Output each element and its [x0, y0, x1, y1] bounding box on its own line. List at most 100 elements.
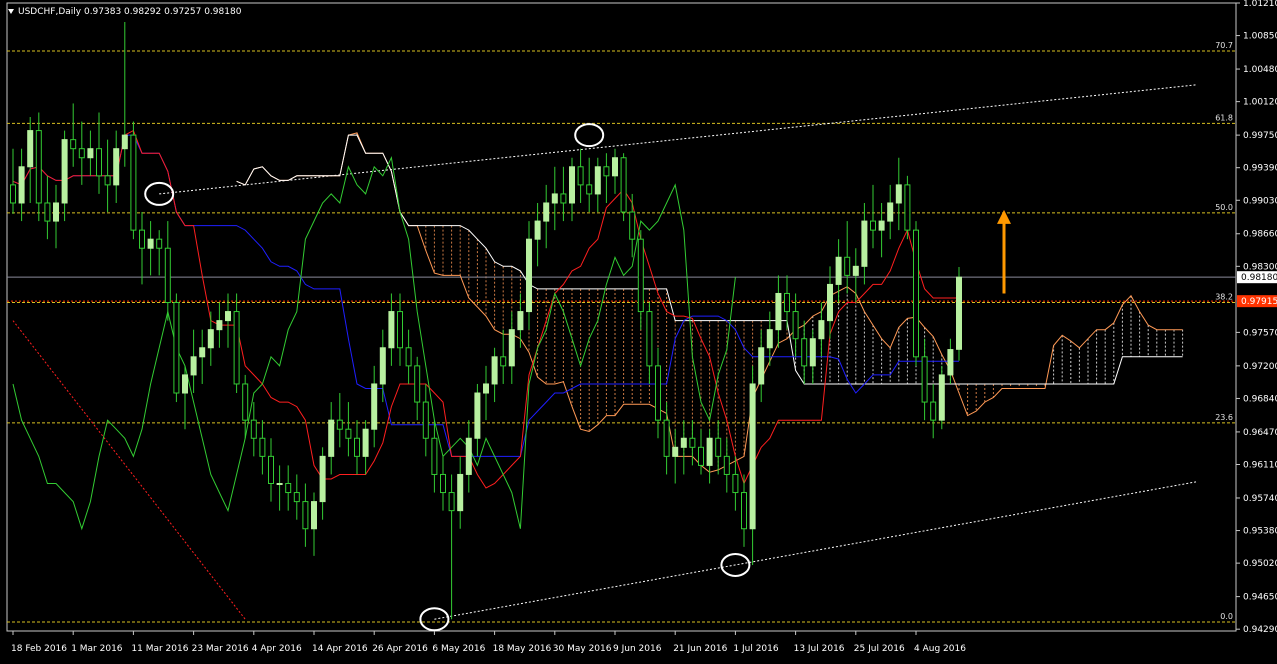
- candle-body: [268, 455, 274, 485]
- candle-body: [500, 356, 507, 367]
- candle-body: [698, 446, 704, 466]
- candle-body: [121, 134, 128, 150]
- x-tick-label: 26 Apr 2016: [372, 644, 428, 654]
- candle-body: [586, 184, 593, 195]
- x-tick-label: 4 Aug 2016: [914, 644, 966, 654]
- candle-body: [517, 311, 524, 331]
- candle-body: [844, 256, 851, 276]
- candle-body: [758, 347, 765, 385]
- collapse-triangle-icon[interactable]: [8, 9, 14, 14]
- x-tick-label: 9 Jun 2016: [613, 644, 662, 654]
- x-tick-label: 11 Mar 2016: [131, 644, 188, 654]
- y-tick-label: 0.97200: [1243, 362, 1277, 372]
- candle-body: [225, 311, 231, 322]
- candle-body: [921, 356, 928, 403]
- candle-body: [947, 349, 954, 376]
- candle-body: [543, 202, 550, 222]
- candle-body: [620, 157, 627, 213]
- fib-level-label: 23.6: [1215, 413, 1233, 422]
- x-tick-label: 18 May 2016: [493, 644, 552, 654]
- x-tick-label: 14 Apr 2016: [312, 644, 368, 654]
- candle-body: [637, 238, 644, 313]
- fib-level-label: 38.2: [1215, 293, 1233, 302]
- candle-body: [870, 220, 876, 231]
- x-tick-label: 6 May 2016: [432, 644, 485, 654]
- candle-body: [311, 501, 317, 530]
- candle-body: [551, 193, 558, 204]
- candle-body: [663, 419, 670, 457]
- candle-body: [113, 148, 120, 186]
- candle-body: [276, 483, 283, 486]
- y-tick-label: 0.96840: [1243, 394, 1277, 404]
- candle-body: [775, 292, 782, 331]
- candle-body: [242, 383, 249, 421]
- candle-body: [655, 365, 661, 421]
- candle-body: [388, 311, 395, 349]
- price-chart: 70.7 61.8 50.0 38.2 23.6 0.0 1.01210 1.00850 1.…: [0, 0, 1277, 660]
- candle-body: [259, 437, 266, 457]
- candle-body: [379, 347, 386, 385]
- candle-body: [216, 320, 223, 331]
- candle-body: [293, 492, 300, 503]
- candle-body: [706, 437, 713, 466]
- candle-body: [164, 247, 171, 304]
- fib-level-label: 0.0: [1220, 612, 1233, 621]
- y-tick-label: 0.95020: [1243, 559, 1277, 569]
- candle-body: [156, 238, 163, 249]
- candle-body: [938, 374, 945, 421]
- candle-body: [190, 356, 197, 376]
- candle-body: [362, 428, 369, 457]
- x-tick-label: 13 Jul 2016: [794, 644, 845, 654]
- candle-body: [741, 492, 747, 530]
- candle-body: [104, 175, 111, 186]
- candle-body: [27, 130, 34, 168]
- candle-body: [646, 311, 653, 367]
- candle-body: [130, 134, 137, 231]
- y-tick-label: 0.96470: [1243, 428, 1277, 438]
- fib-level-label: 50.0: [1215, 203, 1233, 212]
- candle-body: [440, 473, 446, 494]
- candle-body: [285, 483, 292, 494]
- candle-body: [904, 184, 911, 231]
- candle-body: [233, 311, 240, 385]
- candle-body: [956, 276, 962, 350]
- current-price-tag: 0.98180: [1241, 273, 1277, 283]
- y-tick-label: 0.94290: [1243, 625, 1277, 635]
- candle-body: [852, 265, 859, 276]
- candle-body: [448, 492, 455, 512]
- candle-body: [250, 419, 257, 439]
- candle-body: [895, 184, 902, 204]
- candle-body: [861, 220, 868, 267]
- candle-body: [801, 338, 808, 367]
- symbol-label: USDCHF,Daily: [18, 7, 82, 17]
- candle-body: [672, 446, 679, 457]
- y-tick-label: 0.95380: [1243, 527, 1277, 537]
- candle-body: [139, 229, 145, 249]
- candle-body: [508, 329, 515, 367]
- fib-level-label: 61.8: [1215, 113, 1233, 122]
- y-tick-label: 0.95740: [1243, 494, 1277, 504]
- y-tick-label: 0.98660: [1243, 230, 1277, 240]
- candle-body: [483, 383, 489, 394]
- x-tick-label: 1 Mar 2016: [71, 644, 123, 654]
- candle-body: [328, 419, 335, 457]
- candle-body: [96, 148, 102, 177]
- ohlc-label: 0.97383 0.98292 0.97257 0.98180: [83, 7, 242, 17]
- candle-body: [809, 338, 816, 367]
- candle-body: [792, 311, 799, 340]
- candle-body: [61, 139, 68, 204]
- candle-body: [302, 501, 309, 530]
- y-tick-label: 0.99390: [1243, 164, 1277, 174]
- candle-body: [336, 419, 343, 430]
- y-tick-label: 0.98300: [1243, 262, 1277, 272]
- candle-body: [319, 455, 326, 503]
- candle-body: [44, 202, 51, 222]
- candle-body: [560, 193, 567, 204]
- y-tick-label: 1.00120: [1243, 98, 1277, 108]
- candle-body: [878, 220, 885, 231]
- ask-price-tag: 0.97915: [1241, 297, 1277, 307]
- y-tick-label: 0.97570: [1243, 328, 1277, 338]
- candle-body: [345, 428, 352, 439]
- y-tick-label: 0.94650: [1243, 593, 1277, 603]
- candle-body: [422, 401, 429, 439]
